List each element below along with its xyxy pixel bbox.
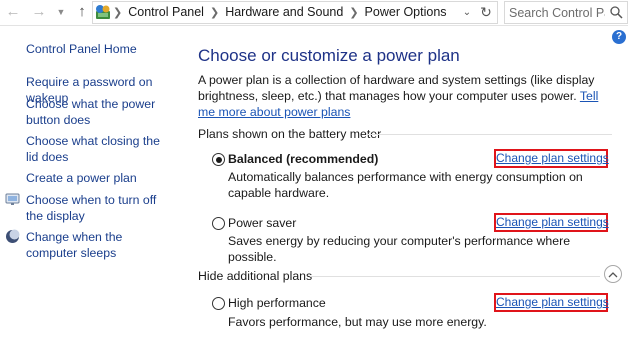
collapse-hidden-plans-button[interactable]: [604, 265, 622, 283]
sidebar-link-computer-sleeps[interactable]: Change when the computer sleeps: [26, 229, 176, 261]
change-plan-settings-high-performance-link[interactable]: Change plan settings: [494, 293, 609, 312]
radio-power-saver[interactable]: [212, 217, 225, 230]
search-input[interactable]: [505, 3, 605, 22]
section-divider: [310, 276, 600, 277]
plan-description-power-saver: Saves energy by reducing your computer's…: [228, 234, 571, 264]
breadcrumb-item-power-options[interactable]: Power Options: [365, 5, 447, 19]
plan-name-high-performance: High performance: [228, 296, 326, 310]
search-icon[interactable]: [610, 6, 623, 19]
help-icon[interactable]: ?: [612, 30, 626, 44]
change-plan-settings-power-saver-link[interactable]: Change plan settings: [494, 213, 609, 232]
recent-locations-chevron-icon[interactable]: ▼: [55, 2, 67, 22]
search-box[interactable]: [504, 1, 628, 24]
breadcrumb[interactable]: ❯ Control Panel ❯ Hardware and Sound ❯ Power …: [92, 1, 498, 24]
back-arrow-icon[interactable]: ←: [4, 2, 22, 22]
breadcrumb-item-hardware-and-sound[interactable]: Hardware and Sound: [225, 5, 343, 19]
up-arrow-icon[interactable]: ↑: [73, 2, 91, 22]
breadcrumb-path: ❯ Control Panel ❯ Hardware and Sound ❯ Power …: [113, 2, 447, 23]
chevron-up-icon: [608, 272, 618, 278]
plan-description-balanced: Automatically balances performance with …: [228, 170, 583, 200]
breadcrumb-item-control-panel[interactable]: Control Panel: [128, 5, 204, 19]
hidden-plans-section-header: Hide additional plans: [198, 269, 313, 283]
change-plan-settings-balanced-link[interactable]: Change plan settings: [494, 149, 609, 168]
intro-text: A power plan is a collection of hardware…: [198, 73, 595, 103]
control-panel-home-link[interactable]: Control Panel Home: [26, 41, 137, 57]
refresh-icon[interactable]: ↻: [477, 2, 495, 23]
intro-paragraph: A power plan is a collection of hardware…: [198, 72, 608, 120]
page-title: Choose or customize a power plan: [198, 46, 460, 65]
sidebar-link-power-button[interactable]: Choose what the power button does: [26, 96, 176, 128]
forward-arrow-icon[interactable]: →: [30, 2, 48, 22]
address-bar: ← → ▼ ↑ ❯ Control Panel ❯ Hardware and Soun…: [0, 0, 628, 26]
battery-meter-section-header: Plans shown on the battery meter: [198, 127, 382, 141]
monitor-icon: [5, 193, 20, 205]
plan-name-power-saver: Power saver: [228, 216, 297, 230]
radio-balanced[interactable]: [212, 153, 225, 166]
plan-description-high-performance: Favors performance, but may use more ene…: [228, 315, 487, 329]
sidebar-link-closing-lid[interactable]: Choose what closing the lid does: [26, 133, 166, 165]
breadcrumb-separator-icon: ❯: [209, 7, 220, 19]
radio-high-performance[interactable]: [212, 297, 225, 310]
moon-icon: [6, 229, 20, 243]
breadcrumb-separator-icon: ❯: [113, 7, 123, 19]
breadcrumb-separator-icon: ❯: [349, 7, 359, 19]
sidebar-link-turn-off-display[interactable]: Choose when to turn off the display: [26, 192, 176, 224]
address-dropdown-chevron-icon[interactable]: ⌄: [459, 2, 475, 23]
plan-name-balanced: Balanced (recommended): [228, 152, 379, 166]
section-divider: [366, 134, 612, 135]
control-panel-icon: [96, 5, 110, 19]
sidebar-link-create-plan[interactable]: Create a power plan: [26, 170, 176, 186]
